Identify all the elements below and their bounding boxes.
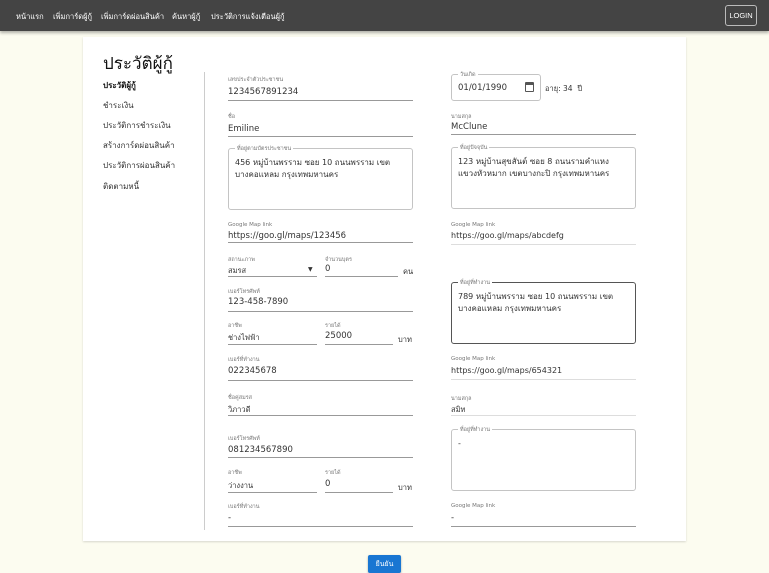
map-link-underline — [228, 242, 413, 243]
spouse-income-label: รายได้ — [325, 470, 341, 476]
spouse-work-address-value: - — [458, 439, 461, 448]
confirm-button[interactable]: ยืนยัน — [368, 555, 401, 573]
work-phone-label: เบอร์ที่ทำงาน — [228, 357, 260, 363]
top-navbar: หน้าแรก เพิ่มการ์ดผู้กู้ เพิ่มการ์ดผ่อนส… — [0, 0, 769, 31]
page-title: ประวัติผู้กู้ — [103, 54, 173, 74]
spouse-phone-label: เบอร์โทรศัพท์ — [228, 436, 260, 442]
children-label: จำนวนบุตร — [325, 257, 352, 263]
dob-value: 01/01/1990 — [458, 83, 507, 93]
nav-add-installment-card[interactable]: เพิ่มการ์ดผ่อนสินค้า — [101, 11, 164, 23]
nav-search-borrower[interactable]: ค้นหาผู้กู้ — [172, 11, 200, 23]
children-field[interactable]: 0 — [325, 264, 330, 274]
id-address-value: 456 หมู่บ้านพรราม ซอย 10 ถนนพรราม เขต บา… — [235, 158, 391, 179]
work-map-label: Google Map link — [451, 356, 496, 362]
current-address-label: ที่อยู่ปัจจุบัน — [458, 144, 490, 152]
income-field[interactable]: 25000 — [325, 331, 352, 341]
id-underline — [228, 100, 413, 101]
work-phone-field[interactable]: 022345678 — [228, 366, 277, 376]
children-underline — [325, 276, 398, 277]
spouse-job-field[interactable]: ว่างงาน — [228, 480, 253, 492]
spouse-phone-underline — [228, 457, 413, 458]
work-phone-underline — [228, 380, 413, 381]
job-label: อาชีพ — [228, 323, 242, 329]
work-map-field[interactable]: https://goo.gl/maps/654321 — [451, 366, 562, 375]
dob-label: วันเกิด — [458, 71, 478, 79]
spouse-income-unit: บาท — [398, 483, 412, 492]
work-address-field[interactable]: ที่อยู่ที่ทำงาน 789 หมู่บ้านพรราม ซอย 10… — [451, 279, 636, 344]
sidebar-item-create-installment[interactable]: สร้างการ์ดผ่อนสินค้า — [103, 139, 175, 152]
id-label: เลขประจำตัวประชาชน — [228, 77, 284, 83]
spouse-map-label: Google Map link — [451, 503, 496, 509]
sidebar-item-borrower-history[interactable]: ประวัติผู้กู้ — [103, 79, 136, 92]
spouse-map-underline — [451, 526, 636, 527]
income-unit: บาท — [398, 335, 412, 344]
spouse-map-field[interactable]: - — [451, 513, 454, 523]
sidebar-item-payment-history[interactable]: ประวัติการชำระเงิน — [103, 119, 171, 132]
marital-status-label: สถานะภาพ — [228, 257, 255, 263]
column-divider — [204, 72, 205, 530]
id-field[interactable]: 1234567891234 — [228, 87, 298, 97]
chevron-down-icon[interactable]: ▼ — [308, 266, 313, 273]
spouse-work-phone-underline — [228, 526, 413, 527]
income-label: รายได้ — [325, 323, 341, 329]
phone-label: เบอร์โทรศัพท์ — [228, 289, 260, 295]
login-button[interactable]: LOGIN — [725, 5, 757, 26]
spouse-work-address-field[interactable]: ที่อยู่ที่ทำงาน - — [451, 426, 636, 491]
sidebar-item-debt-tracking[interactable]: ติดตามหนี้ — [103, 180, 139, 193]
nav-add-borrower-card[interactable]: เพิ่มการ์ดผู้กู้ — [53, 11, 92, 23]
income-underline — [325, 344, 393, 345]
nav-home[interactable]: หน้าแรก — [16, 11, 44, 23]
last-name-label: นามสกุล — [451, 114, 472, 120]
dob-field[interactable]: วันเกิด 01/01/1990 — [451, 71, 541, 101]
spouse-first-label: ชื่อคู่สมรส — [228, 395, 253, 401]
last-name-underline — [451, 134, 636, 135]
children-unit: คน — [403, 267, 414, 276]
age-value: อายุ: 34 ปี — [545, 84, 583, 93]
phone-underline — [228, 311, 413, 312]
job-underline — [228, 344, 317, 345]
phone-field[interactable]: 123-458-7890 — [228, 297, 288, 307]
work-address-label: ที่อยู่ที่ทำงาน — [458, 279, 493, 287]
spouse-job-label: อาชีพ — [228, 470, 242, 476]
work-address-value: 789 หมู่บ้านพรราม ซอย 10 ถนนพรราม เขต บา… — [458, 292, 614, 313]
first-name-label: ชื่อ — [228, 114, 236, 120]
map-link-label: Google Map link — [228, 222, 273, 228]
spouse-phone-field[interactable]: 081234567890 — [228, 445, 293, 455]
current-map-underline — [451, 244, 636, 245]
current-address-field[interactable]: ที่อยู่ปัจจุบัน 123 หมู่บ้านสุขสันต์ ซอย… — [451, 144, 636, 209]
first-name-underline — [228, 136, 413, 137]
sidebar-item-payment[interactable]: ชำระเงิน — [103, 99, 134, 112]
sidebar-item-installment-history[interactable]: ประวัติการผ่อนสินค้า — [103, 159, 175, 172]
last-name-field[interactable]: McClune — [451, 122, 487, 132]
current-map-field[interactable]: https://goo.gl/maps/abcdefg — [451, 231, 564, 240]
spouse-last-label: นามสกุล — [451, 396, 472, 402]
id-address-label: ที่อยู่ตามบัตรประชาชน — [235, 145, 294, 153]
marital-status-underline — [228, 276, 317, 277]
spouse-job-underline — [228, 492, 317, 493]
nav-notification-history[interactable]: ประวัติการแจ้งเตือนผู้กู้ — [211, 11, 285, 23]
job-field[interactable]: ช่างไฟฟ้า — [228, 332, 260, 344]
spouse-work-phone-label: เบอร์ที่ทำงาน — [228, 504, 260, 510]
spouse-work-phone-field[interactable]: - — [228, 513, 231, 523]
spouse-first-underline — [228, 415, 413, 416]
spouse-work-address-label: ที่อยู่ที่ทำงาน — [458, 426, 493, 434]
id-address-field[interactable]: ที่อยู่ตามบัตรประชาชน 456 หมู่บ้านพรราม … — [228, 145, 413, 210]
map-link-field[interactable]: https://goo.gl/maps/123456 — [228, 231, 346, 241]
current-address-value: 123 หมู่บ้านสุขสันต์ ซอย 8 ถนนรามคำแหง แ… — [458, 157, 610, 178]
first-name-field[interactable]: Emiline — [228, 124, 259, 134]
spouse-income-field[interactable]: 0 — [325, 479, 330, 489]
calendar-icon[interactable] — [525, 82, 534, 92]
work-map-underline — [451, 379, 636, 380]
current-map-label: Google Map link — [451, 222, 496, 228]
spouse-last-underline — [451, 415, 636, 416]
spouse-income-underline — [325, 492, 393, 493]
